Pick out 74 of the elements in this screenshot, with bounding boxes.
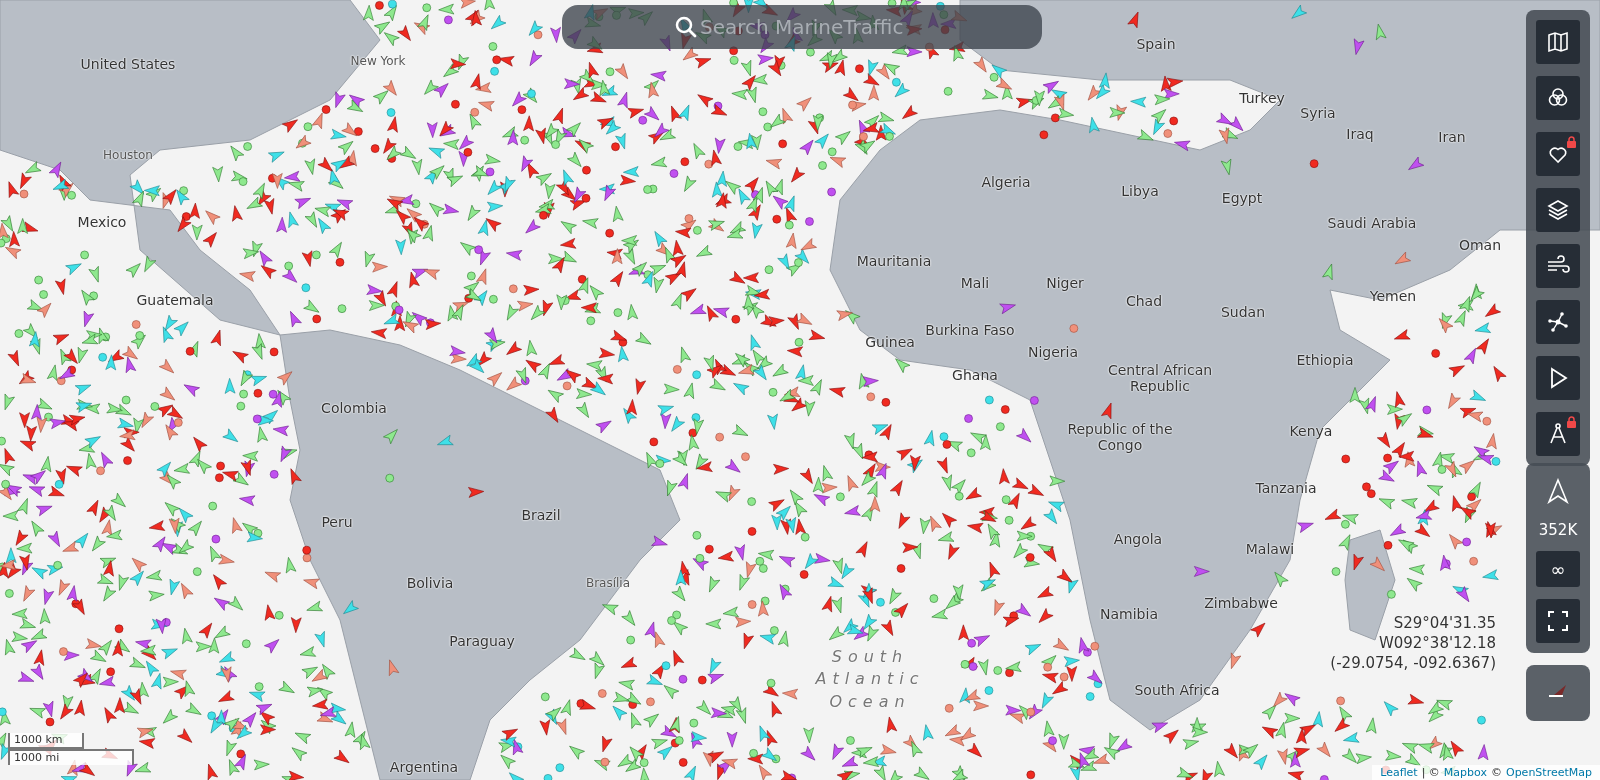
toolbar-button[interactable] [1536,300,1580,344]
country-label: Saudi Arabia [1327,215,1417,231]
search-field[interactable]: Search MarineTraffic [562,5,1042,49]
coordinate-text: W092°38'12.18 [1378,634,1496,652]
toolbar-button[interactable] [1536,244,1580,288]
search-icon [674,15,698,39]
country-label: Argentina [389,759,459,775]
country-label: Malawi [1245,541,1295,557]
vessel-count: 352K [1538,521,1578,539]
toolbar-button[interactable] [1536,188,1580,232]
country-label: Turkey [1239,90,1285,106]
country-label: Burkina Faso [925,322,1015,338]
attribution-text: | © [1421,766,1440,779]
country-label: Iraq [1346,126,1374,142]
scale-bar: 1000 km [8,733,84,749]
city-label: New York [350,54,406,68]
country-label: Syria [1300,105,1336,121]
country-label: Chad [1125,293,1163,309]
country-label: Ethiopia [1296,352,1354,368]
attribution-link[interactable]: OpenStreetMap [1505,766,1592,779]
country-label: Nigeria [1027,344,1079,360]
lock-icon [1566,416,1577,428]
fullscreen-icon [1547,610,1569,632]
country-label: Namibia [1100,606,1158,622]
toolbar-button[interactable] [1536,412,1580,456]
scale-bar: 1000 mi [8,749,134,765]
country-label: Iran [1438,129,1466,145]
country-label: Peru [321,514,353,530]
country-label: Angola [1113,531,1163,547]
country-label: Guatemala [136,292,214,308]
country-label: Spain [1136,36,1176,52]
country-label: South Africa [1134,682,1220,698]
country-label: Niger [1046,275,1084,291]
country-label: Sudan [1220,304,1266,320]
fullscreen-button[interactable] [1536,599,1580,643]
country-label: Oman [1458,237,1502,253]
attribution-link[interactable]: Leaflet [1380,766,1418,779]
country-label: Egypt [1221,190,1263,206]
map-icon [1545,29,1571,55]
navigation-arrow-icon[interactable] [1546,478,1570,504]
ocean-label: South Atlantic Ocean [814,646,926,714]
legend-tab[interactable] [1526,665,1590,721]
country-label: Republic of the Congo [1066,421,1174,453]
country-label: Guinea [865,334,915,350]
toolbar-button[interactable] [1536,356,1580,400]
city-label: Houston [103,148,153,162]
toolbar-button[interactable] [1536,132,1580,176]
country-label: Algeria [981,174,1031,190]
country-label: Tanzania [1255,480,1317,496]
country-label: Colombia [321,400,387,416]
layers-icon [1545,197,1571,223]
city-label: Brasília [585,576,631,590]
lock-icon [1566,136,1577,148]
attribution-link[interactable]: Mapbox [1443,766,1487,779]
country-label: Mali [960,275,990,291]
country-label: Brazil [521,507,561,523]
country-label: Central African Republic [1106,362,1214,394]
toolbar-button[interactable] [1536,76,1580,120]
country-label: Paraguay [449,633,515,649]
coordinate-text: (-29.0754, -092.6367) [1330,654,1496,672]
country-label: Libya [1121,183,1159,199]
country-label: Ghana [952,367,998,383]
country-label: Bolivia [406,575,454,591]
country-label: United States [80,56,176,72]
country-label: Zimbabwe [1204,595,1278,611]
infinity-button[interactable]: ∞ [1536,551,1580,587]
country-label: Mexico [77,214,127,230]
toolbar-button[interactable] [1536,20,1580,64]
coordinate-text: S29°04'31.35 [1393,614,1496,632]
tracks-icon [1545,309,1571,335]
attribution-text: © [1490,766,1502,779]
country-label: Mauritania [856,253,932,269]
country-label: Kenya [1289,423,1333,439]
country-label: Yemen [1369,288,1417,304]
